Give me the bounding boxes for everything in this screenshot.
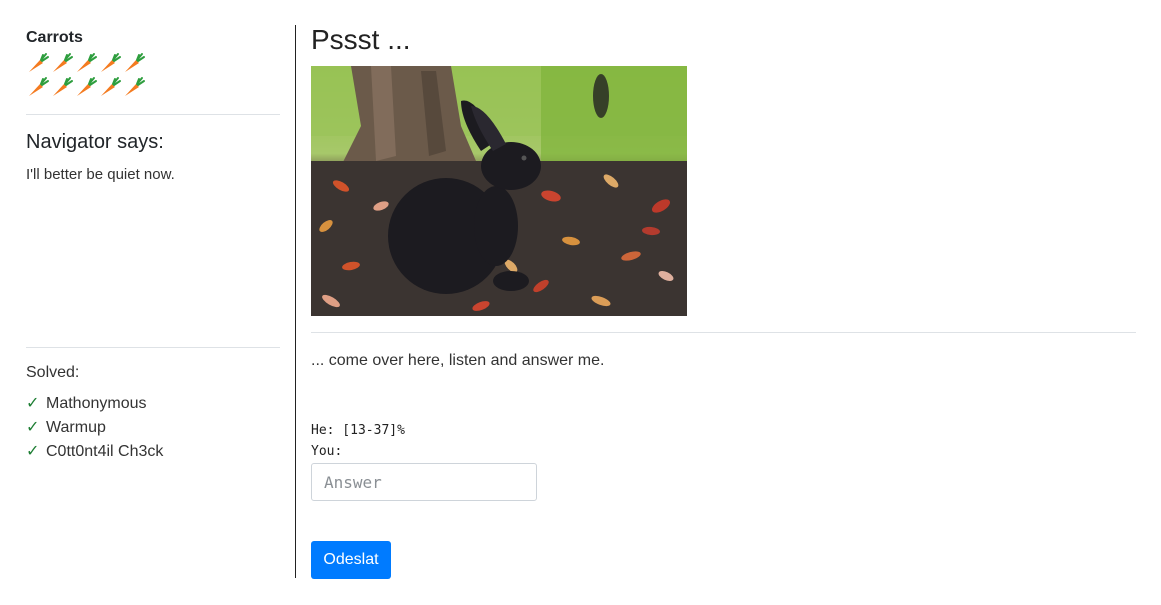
sidebar-divider [26, 347, 280, 348]
carrot-icon [125, 53, 145, 72]
solved-list: ✓ Mathonymous ✓ Warmup ✓ C0tt0nt4il Ch3c… [26, 392, 163, 464]
carrot-icon [29, 77, 49, 96]
carrot-icon [125, 77, 145, 96]
solved-title: Solved: [26, 364, 80, 381]
prompt-text: ... come over here, listen and answer me… [311, 352, 605, 369]
sidebar-divider [26, 114, 280, 115]
rabbit-photo [311, 66, 687, 316]
solved-item: ✓ Warmup [26, 416, 163, 440]
carrot-icon [101, 53, 121, 72]
carrot-icon [77, 53, 97, 72]
he-line: He: [13-37]% [311, 423, 405, 438]
submit-button[interactable]: Odeslat [311, 541, 391, 579]
carrot-icon [53, 77, 73, 96]
solved-item-label: C0tt0nt4il Ch3ck [46, 443, 164, 460]
content-divider [311, 332, 1136, 333]
answer-input[interactable] [311, 463, 537, 501]
checkmark-icon: ✓ [26, 419, 40, 436]
sidebar-separator [295, 25, 296, 578]
carrot-icon [77, 77, 97, 96]
carrot-icon [29, 53, 49, 72]
navigator-text: I'll better be quiet now. [26, 166, 175, 183]
navigator-title: Navigator says: [26, 131, 164, 153]
checkmark-icon: ✓ [26, 443, 40, 460]
sidebar: Carrots [26, 28, 280, 98]
carrot-icon [53, 53, 73, 72]
carrots-title: Carrots [26, 29, 83, 46]
carrot-icon [101, 77, 121, 96]
solved-item: ✓ C0tt0nt4il Ch3ck [26, 440, 163, 464]
carrot-grid [26, 52, 280, 98]
page-title: Pssst ... [311, 24, 411, 55]
solved-item: ✓ Mathonymous [26, 392, 163, 416]
solved-item-label: Warmup [46, 419, 106, 436]
page: Carrots Navigator says: I'll better be q… [0, 0, 1161, 605]
rabbit-photo-image [311, 66, 687, 316]
solved-item-label: Mathonymous [46, 395, 147, 412]
you-label: You: [311, 444, 343, 459]
checkmark-icon: ✓ [26, 395, 40, 412]
